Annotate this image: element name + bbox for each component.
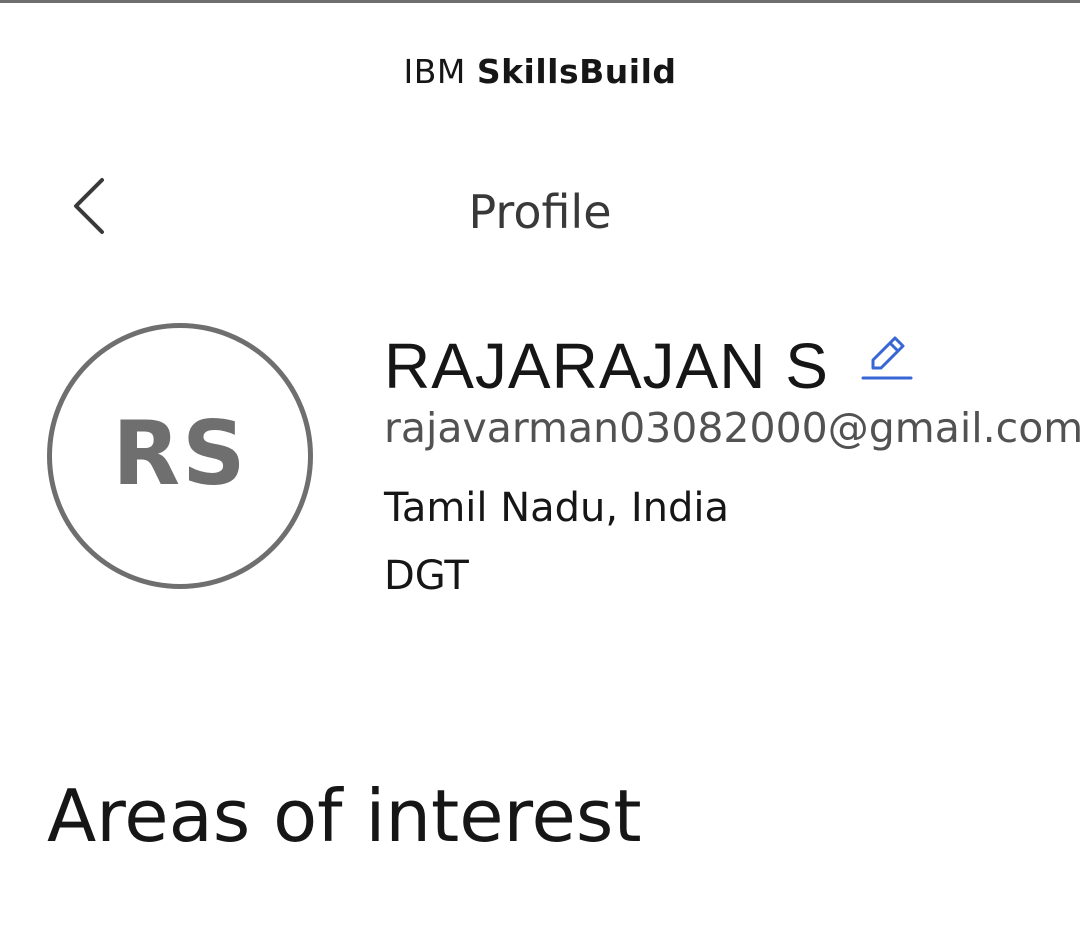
edit-profile-button[interactable] — [861, 334, 913, 386]
user-location: Tamil Nadu, India — [384, 485, 729, 531]
pencil-edit-icon — [861, 332, 913, 388]
areas-of-interest-heading: Areas of interest — [47, 774, 642, 858]
user-email: rajavarman03082000@gmail.com — [384, 404, 1080, 452]
page-header: Profile — [0, 170, 1080, 250]
user-name: RAJARAJAN S — [384, 330, 829, 402]
brand-name: SkillsBuild — [476, 52, 677, 91]
brand-prefix: IBM — [403, 52, 466, 91]
avatar: RS — [47, 323, 313, 589]
brand-logo: IBM SkillsBuild — [0, 48, 1080, 96]
page-title: Profile — [468, 185, 612, 239]
avatar-initials: RS — [112, 401, 248, 505]
user-organization: DGT — [384, 553, 469, 599]
top-divider — [0, 0, 1080, 3]
profile-info: RAJARAJAN S rajavarman03082000@gmail.com… — [384, 326, 1080, 605]
name-row: RAJARAJAN S — [384, 326, 1080, 406]
